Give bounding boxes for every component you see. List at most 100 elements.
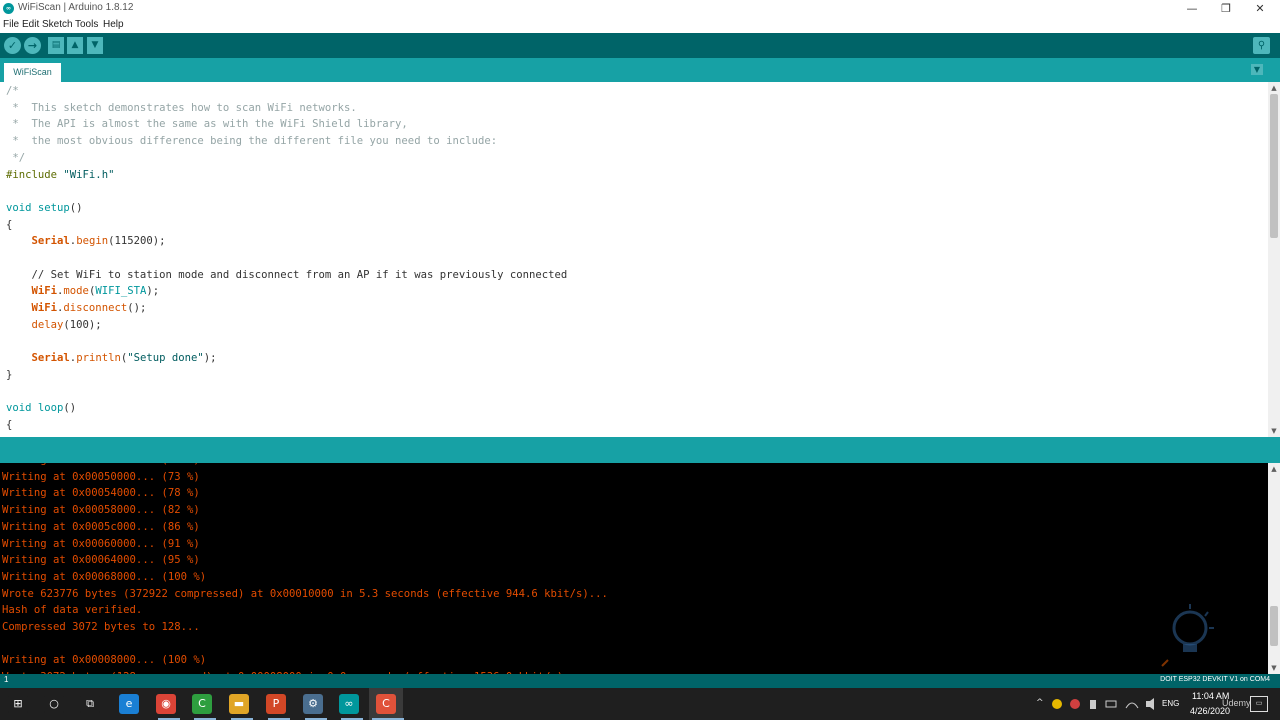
code-token: * This sketch demonstrates how to scan W… bbox=[6, 101, 357, 114]
taskbar-search-icon[interactable]: ○ bbox=[44, 694, 64, 714]
menu-sketch[interactable]: Sketch bbox=[42, 19, 73, 30]
console-line: Wrote 623776 bytes (372922 compressed) a… bbox=[2, 587, 608, 600]
menu-edit[interactable]: Edit bbox=[22, 19, 39, 30]
code-token: } bbox=[6, 368, 13, 381]
code-line: */ bbox=[6, 150, 25, 167]
console-line: Writing at 0x00064000... (95 %) bbox=[2, 554, 200, 567]
taskbar-network-tool-icon[interactable]: ⚙ bbox=[303, 694, 323, 714]
upload-button[interactable]: → bbox=[24, 37, 41, 54]
maximize-button[interactable]: ❐ bbox=[1210, 0, 1242, 18]
console-line: Compressed 3072 bytes to 128... bbox=[2, 621, 200, 633]
console-line: Writing at 0x00060000... (91 %) bbox=[2, 537, 200, 550]
tab-wifiscan[interactable]: WiFiScan bbox=[4, 63, 61, 82]
code-token: delay bbox=[31, 318, 64, 331]
code-token: "WiFi.h" bbox=[63, 168, 115, 181]
code-line: WiFi.disconnect(); bbox=[6, 300, 147, 317]
lightbulb-watermark-icon bbox=[1161, 604, 1214, 667]
taskbar-edge-icon[interactable]: e bbox=[119, 694, 139, 714]
console-scroll-up-arrow-icon[interactable]: ▲ bbox=[1268, 463, 1280, 475]
code-line: void setup() bbox=[6, 200, 83, 217]
taskbar-chrome-icon[interactable]: ◉ bbox=[156, 694, 176, 714]
language-indicator[interactable]: ENG bbox=[1162, 699, 1179, 708]
editor-scroll-up-arrow-icon[interactable]: ▲ bbox=[1268, 82, 1280, 94]
code-token: WiFi bbox=[31, 285, 58, 298]
code-token: void bbox=[6, 201, 32, 214]
editor-scroll-down-arrow-icon[interactable]: ▼ bbox=[1268, 425, 1280, 437]
taskbar-file-explorer-icon[interactable]: ▬ bbox=[229, 694, 249, 714]
title-bar: ∞ WiFiScan | Arduino 1.8.12 — ❐ ✕ bbox=[0, 0, 1280, 18]
code-line: // Set WiFi to station mode and disconne… bbox=[6, 267, 568, 284]
taskbar-camtasia-icon[interactable]: C bbox=[192, 694, 212, 714]
console-line: Writing at 0x00050000... (73 %) bbox=[2, 470, 200, 483]
console-scroll-down-arrow-icon[interactable]: ▼ bbox=[1268, 662, 1280, 674]
code-token: /* bbox=[6, 85, 19, 97]
tab-menu-button[interactable]: ▼ bbox=[1251, 64, 1263, 75]
system-tray-icons bbox=[1052, 698, 1154, 710]
close-button[interactable]: ✕ bbox=[1244, 0, 1276, 18]
code-token: Serial bbox=[31, 352, 70, 365]
save-sketch-button[interactable]: ▼ bbox=[87, 37, 103, 54]
code-token: // Set WiFi to station mode and disconne… bbox=[6, 268, 568, 281]
code-token: { bbox=[6, 218, 13, 231]
console-line: Writing at 0x00068000... (100 %) bbox=[2, 570, 207, 583]
status-bar: 1 DOIT ESP32 DEVKIT V1 on COM4 bbox=[0, 674, 1280, 688]
board-port-info: DOIT ESP32 DEVKIT V1 on COM4 bbox=[1160, 676, 1270, 683]
code-token: (); bbox=[127, 302, 147, 315]
menu-file[interactable]: File bbox=[3, 19, 19, 30]
code-line: * The API is almost the same as with the… bbox=[6, 116, 408, 133]
code-token: Serial bbox=[31, 235, 70, 248]
taskbar-camtasia-recorder-icon[interactable]: C bbox=[376, 694, 396, 714]
taskbar-task-view-icon[interactable]: ⧉ bbox=[80, 694, 100, 714]
code-token: mode bbox=[63, 285, 89, 298]
minimize-button[interactable]: — bbox=[1176, 0, 1208, 18]
window-title: WiFiScan | Arduino 1.8.12 bbox=[18, 2, 134, 13]
code-token: WiFi bbox=[31, 302, 58, 315]
code-line: /* bbox=[6, 83, 19, 100]
code-token: ); bbox=[146, 285, 160, 298]
code-line: Serial.println("Setup done"); bbox=[6, 350, 217, 367]
console-line: Writing at 0x00054000... (78 %) bbox=[2, 487, 200, 500]
udemy-watermark: Udemy bbox=[1222, 698, 1251, 708]
console-line: Writing at 0x00008000... (100 %) bbox=[2, 654, 207, 667]
console-scroll-thumb[interactable] bbox=[1270, 606, 1278, 646]
code-line: { bbox=[6, 417, 12, 434]
code-line: void loop() bbox=[6, 400, 76, 417]
taskbar-start-icon[interactable]: ⊞ bbox=[8, 694, 28, 714]
code-editor[interactable]: /* * This sketch demonstrates how to sca… bbox=[0, 82, 1268, 437]
verify-button[interactable]: ✓ bbox=[4, 37, 21, 54]
console-output[interactable]: Writing at 0x0004c000... (69 %)Writing a… bbox=[0, 463, 1268, 674]
menu-bar: File Edit Sketch Tools Help bbox=[0, 18, 1280, 33]
code-token: loop bbox=[37, 402, 64, 415]
editor-scroll-thumb[interactable] bbox=[1270, 94, 1278, 238]
windows-taskbar: ⊞ ○ ⧉ e ◉ C ▬ P ⚙ ∞ C ^ ENG 11:04 AM 4/26/2020 Ude… bbox=[0, 688, 1280, 720]
taskbar-arduino-icon[interactable]: ∞ bbox=[339, 694, 359, 714]
message-bar bbox=[0, 437, 1280, 463]
new-sketch-button[interactable]: ▤ bbox=[48, 37, 64, 54]
menu-tools[interactable]: Tools bbox=[75, 19, 98, 30]
toolbar: ✓ → ▤ ▲ ▼ ⚲ bbox=[0, 33, 1280, 58]
code-line: * This sketch demonstrates how to scan W… bbox=[6, 100, 357, 117]
code-line: { bbox=[6, 217, 12, 234]
open-sketch-button[interactable]: ▲ bbox=[67, 37, 83, 54]
console-line: Hash of data verified. bbox=[2, 604, 143, 617]
code-token: void bbox=[6, 402, 32, 415]
taskbar-powerpoint-icon[interactable]: P bbox=[266, 694, 286, 714]
code-token: (115200); bbox=[108, 235, 166, 248]
notification-center-icon[interactable]: ▭ bbox=[1250, 696, 1268, 712]
serial-monitor-button[interactable]: ⚲ bbox=[1253, 37, 1270, 54]
code-line: delay(100); bbox=[6, 317, 102, 334]
tab-bar: WiFiScan ▼ bbox=[0, 58, 1280, 82]
code-token: ); bbox=[203, 352, 217, 365]
code-token: () bbox=[69, 201, 83, 214]
code-token: setup bbox=[37, 201, 70, 214]
code-token: println bbox=[76, 352, 121, 365]
tray-overflow-chevron-icon[interactable]: ^ bbox=[1036, 698, 1044, 708]
code-line: #include "WiFi.h" bbox=[6, 167, 114, 184]
code-line: } bbox=[6, 367, 12, 384]
code-token: WIFI_STA bbox=[95, 285, 147, 298]
code-token: * The API is almost the same as with the… bbox=[6, 118, 408, 131]
menu-help[interactable]: Help bbox=[103, 19, 124, 30]
